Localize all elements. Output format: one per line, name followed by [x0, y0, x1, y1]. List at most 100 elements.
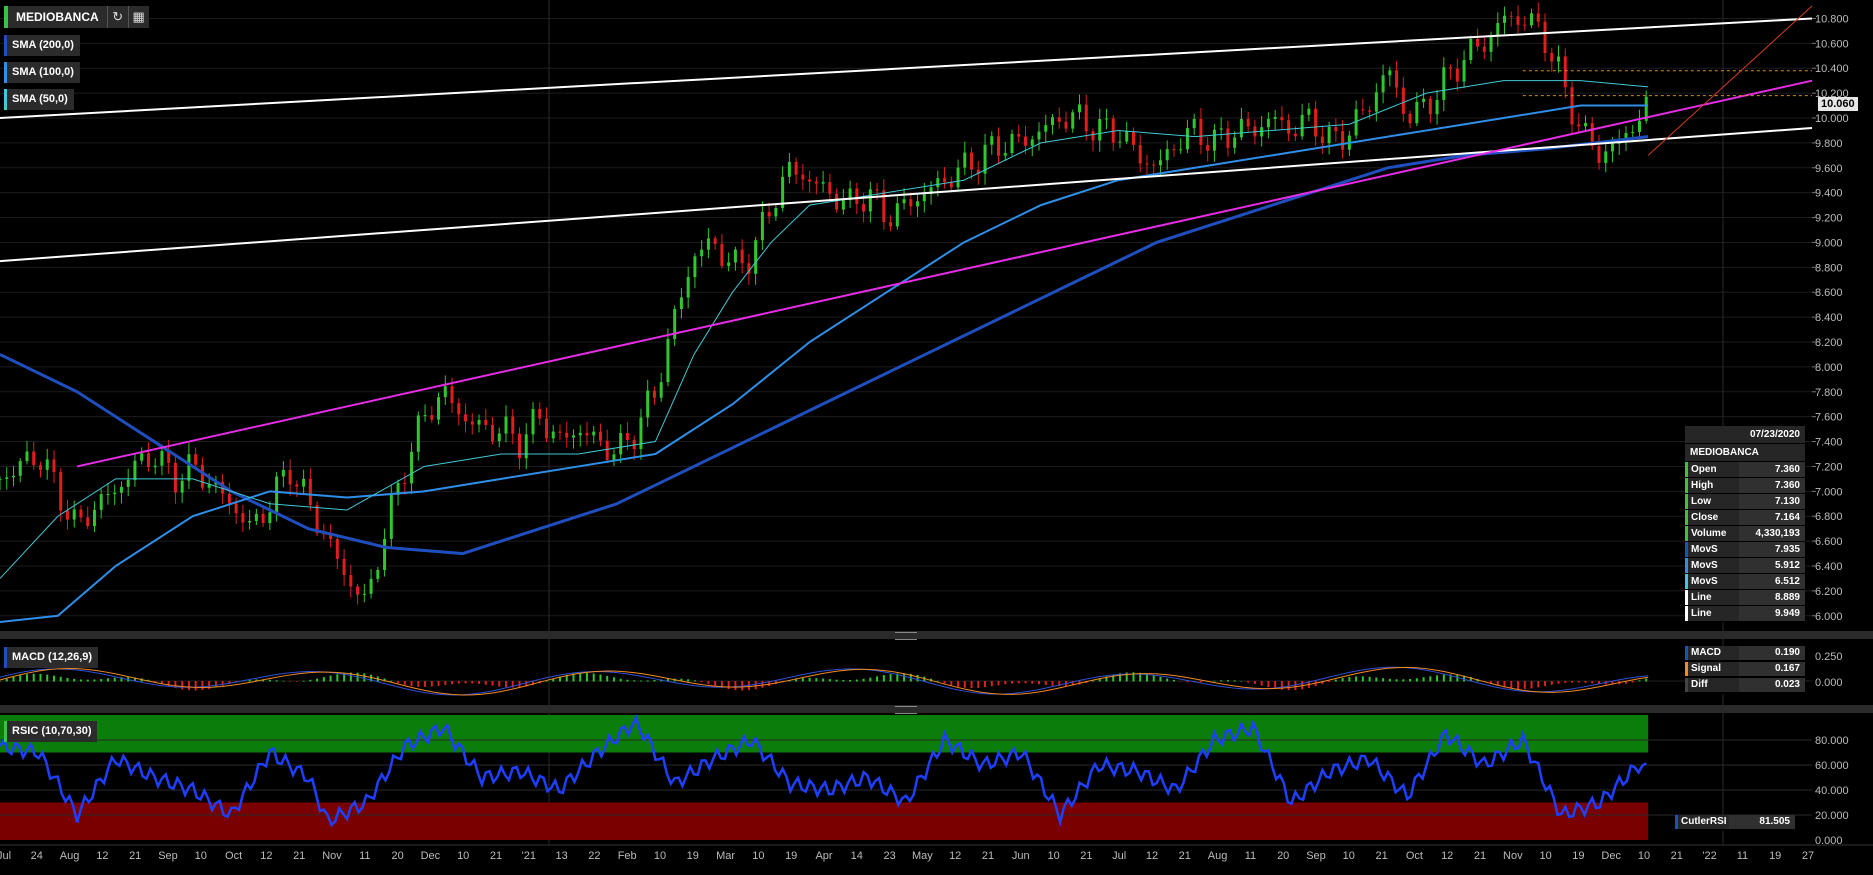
macd-histogram-bar [707, 681, 710, 685]
rsi-values: CutlerRSI 81.505 [1675, 815, 1795, 831]
candle-body [706, 238, 710, 250]
symbol-title[interactable]: MEDIOBANCA [4, 6, 107, 28]
candle-body [1179, 149, 1183, 151]
pane-divider[interactable] [0, 631, 1873, 640]
indicator-sma50[interactable]: SMA (50,0) [4, 89, 74, 110]
macd-histogram-bar [579, 672, 582, 682]
macd-histogram-bar [815, 678, 818, 682]
candle-body [1503, 15, 1507, 23]
drag-handle-icon[interactable] [895, 706, 917, 714]
candle-body [1199, 118, 1203, 145]
candle-body [140, 453, 144, 461]
candle-body [99, 494, 103, 510]
macd-histogram-bar [1550, 681, 1553, 685]
candle-body [524, 434, 528, 459]
macd-histogram-bar [727, 681, 730, 690]
info-row: Signal 0.167 [1685, 662, 1805, 678]
macd-histogram-bar [1429, 676, 1432, 682]
candle-body [1469, 38, 1473, 61]
candle-body [916, 201, 920, 207]
macd-histogram-bar [1166, 678, 1169, 682]
candle-body [1577, 124, 1581, 127]
candle-body [1631, 132, 1635, 134]
candle-body [504, 416, 508, 434]
indicator-rsi[interactable]: RSIC (10,70,30) [4, 721, 98, 742]
refresh-icon[interactable]: ↻ [106, 6, 128, 28]
x-tick-label: 10 [195, 850, 207, 862]
macd-histogram-bar [471, 681, 474, 684]
candle-body [990, 136, 994, 145]
rsi-tick-label: 40.000 [1815, 785, 1849, 797]
macd-histogram-bar [1334, 679, 1337, 682]
candle-body [605, 440, 609, 461]
trend-line [1647, 5, 1813, 156]
chart-canvas[interactable]: 10.80010.60010.40010.20010.0009.8009.600… [0, 0, 1873, 875]
macd-histogram-bar [1368, 676, 1371, 682]
macd-histogram-bar [1240, 680, 1243, 682]
candle-body [565, 432, 569, 438]
macd-histogram-bar [1226, 680, 1229, 682]
macd-histogram-bar [619, 678, 622, 682]
candle-body [248, 520, 252, 523]
candle-body [1212, 129, 1216, 151]
pane-divider[interactable] [0, 705, 1873, 714]
macd-histogram-bar [977, 681, 980, 688]
info-symbol: MEDIOBANCA [1685, 444, 1805, 462]
x-tick-label: 21 [1671, 850, 1683, 862]
candle-body [1536, 13, 1540, 22]
indicator-macd[interactable]: MACD (12,26,9) [4, 647, 99, 668]
candle-body [1300, 114, 1304, 137]
macd-histogram-bar [1024, 681, 1027, 684]
macd-histogram-bar [700, 681, 703, 683]
macd-histogram-bar [963, 681, 966, 688]
candle-body [302, 478, 306, 487]
chart-settings-icon[interactable]: ▦ [127, 6, 149, 28]
candle-body [1455, 68, 1459, 82]
x-tick-label: 14 [851, 850, 863, 862]
x-tick-label: 10 [1343, 850, 1355, 862]
macd-histogram-bar [734, 681, 737, 691]
x-tick-label: 12 [1146, 850, 1158, 862]
y-tick-label: 10.400 [1815, 63, 1849, 75]
macd-histogram-bar [194, 681, 197, 691]
candle-body [679, 297, 683, 310]
rsi-tick-label: 60.000 [1815, 760, 1849, 772]
candle-body [1071, 112, 1075, 129]
sma50-line [0, 80, 1649, 579]
macd-histogram-bar [903, 673, 906, 682]
y-tick-label: 9.200 [1815, 213, 1843, 225]
candle-body [491, 424, 495, 442]
macd-histogram-bar [32, 673, 35, 682]
candle-body [598, 431, 602, 441]
indicator-sma200[interactable]: SMA (200,0) [4, 35, 80, 56]
candle-body [733, 249, 737, 263]
x-tick-label: '21 [522, 850, 536, 862]
x-tick-label: Jul [0, 850, 11, 862]
candle-body [1584, 123, 1587, 127]
macd-histogram-bar [289, 681, 292, 682]
candle-body [1462, 60, 1466, 82]
candle-body [11, 475, 15, 478]
x-tick-label: Oct [1406, 850, 1423, 862]
y-tick-label: 6.200 [1815, 586, 1843, 598]
macd-histogram-bar [585, 672, 588, 682]
x-tick-label: 21 [129, 850, 141, 862]
macd-histogram-bar [424, 681, 427, 687]
candle-body [1172, 149, 1176, 151]
macd-histogram-bar [1011, 681, 1014, 684]
macd-histogram-bar [221, 681, 224, 686]
indicator-sma100[interactable]: SMA (100,0) [4, 62, 80, 83]
info-key: MovS [1685, 574, 1739, 589]
candle-body [484, 419, 488, 425]
candle-body [1610, 143, 1614, 152]
macd-histogram-bar [390, 680, 393, 682]
macd-histogram-bar [5, 678, 8, 682]
macd-histogram-bar [1436, 675, 1439, 682]
candle-body [875, 189, 879, 191]
macd-histogram-bar [889, 674, 892, 682]
x-tick-label: Apr [815, 850, 832, 862]
macd-histogram-bar [592, 673, 595, 682]
info-key: Diff [1685, 678, 1739, 692]
candle-body [794, 161, 798, 175]
drag-handle-icon[interactable] [895, 632, 917, 640]
